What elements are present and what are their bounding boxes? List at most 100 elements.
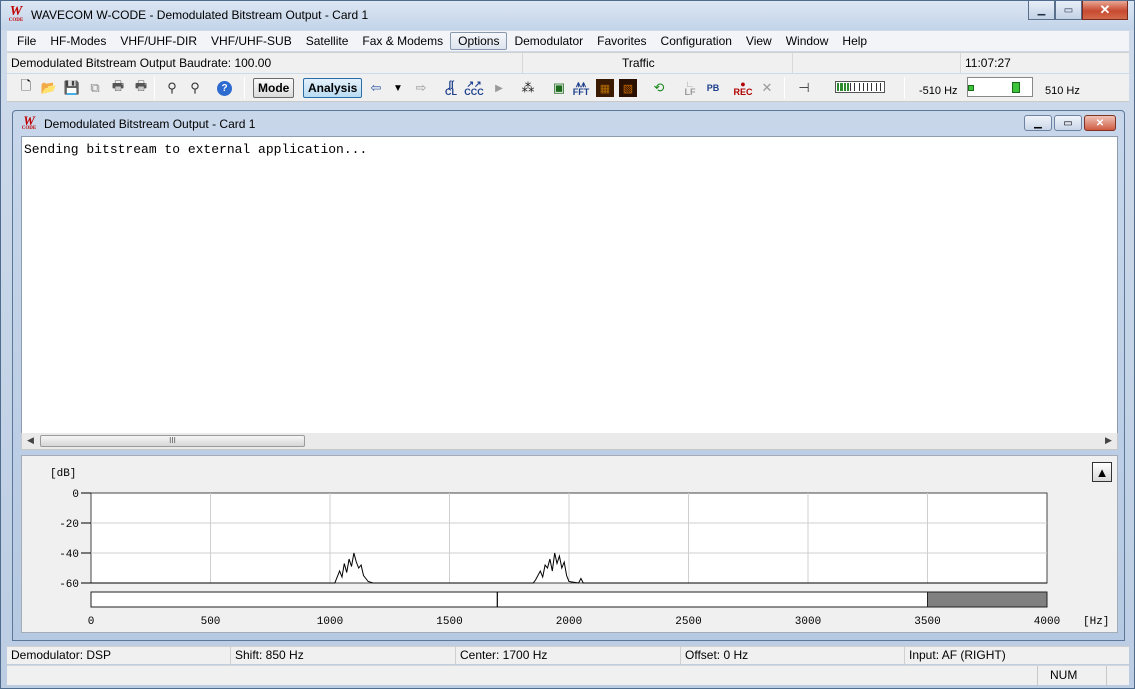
tune-marker-center xyxy=(1012,82,1020,93)
app-logo: W CODE xyxy=(8,4,24,24)
find-next-icon[interactable]: ⚲ xyxy=(186,79,204,97)
playback-icon[interactable]: PB xyxy=(704,79,722,97)
horizontal-scrollbar[interactable]: ◀ III ▶ xyxy=(21,433,1118,450)
y-tick-label: -60 xyxy=(59,579,79,591)
copy-icon[interactable]: ⧉ xyxy=(86,79,104,97)
status-bar: Demodulator: DSP Shift: 850 Hz Center: 1… xyxy=(7,646,1129,665)
clock: 11:07:27 xyxy=(965,56,1011,70)
print-icon[interactable]: 🖶 xyxy=(109,78,127,97)
output-text-pane[interactable]: Sending bitstream to external applicatio… xyxy=(21,136,1118,434)
back-arrow-icon[interactable]: ⇦ xyxy=(367,79,385,97)
child-window-title: Demodulated Bitstream Output - Card 1 xyxy=(44,117,256,131)
x-tick-label: 0 xyxy=(88,616,95,628)
child-close-button[interactable]: ✕ xyxy=(1084,115,1116,131)
help-icon[interactable]: ? xyxy=(217,81,232,96)
scroll-left-icon[interactable]: ◀ xyxy=(22,433,39,449)
y-tick-label: -20 xyxy=(59,519,79,531)
ccc-icon[interactable]: ↗↗ CCC xyxy=(464,79,484,97)
title-bar: W CODE WAVECOM W-CODE - Demodulated Bitst… xyxy=(1,1,1134,30)
toolbar: 🗋 📂 💾 ⧉ 🖶 🖶 ⚲ ⚲ ? Mode Analysis ⇦ ▼ ⇨ ∫∫… xyxy=(7,74,1129,102)
status-offset: Offset: 0 Hz xyxy=(681,647,905,665)
menu-view[interactable]: View xyxy=(739,32,779,50)
level-segment xyxy=(867,83,871,91)
tune-marker-left xyxy=(968,85,974,91)
find-icon[interactable]: ⚲ xyxy=(163,79,181,97)
x-tick-label: 2500 xyxy=(675,616,701,628)
fft-icon[interactable]: ⩚⩚ FFT xyxy=(572,79,590,97)
sonagram-icon[interactable]: ▧ xyxy=(619,79,637,97)
open-folder-icon[interactable]: 📂 xyxy=(40,79,58,97)
menu-bar: File HF-Modes VHF/UHF-DIR VHF/UHF-SUB Satell… xyxy=(7,31,1129,51)
info-bar: Demodulated Bitstream Output Baudrate: 1… xyxy=(7,52,1129,73)
scroll-thumb[interactable]: III xyxy=(40,435,305,447)
save-icon[interactable]: 💾 xyxy=(63,79,81,97)
waterfall-icon[interactable]: ▦ xyxy=(596,79,614,97)
menu-favorites[interactable]: Favorites xyxy=(590,32,653,50)
level-segment xyxy=(846,83,849,91)
y-tick-label: 0 xyxy=(72,489,79,501)
spectrum-chart[interactable]: 0 -20 -40 -60 [dB] 0 500 1000 1500 2000 2500 3000 35… xyxy=(22,456,1119,634)
forward-arrow-icon[interactable]: ⇨ xyxy=(412,79,430,97)
tune-high-label: 510 Hz xyxy=(1045,85,1080,97)
close-button[interactable]: ✕ xyxy=(1082,1,1128,20)
menu-vhf-uhf-sub[interactable]: VHF/UHF-SUB xyxy=(204,32,299,50)
menu-file[interactable]: File xyxy=(10,32,43,50)
toolbar-separator xyxy=(154,77,155,99)
mode-info: Demodulated Bitstream Output Baudrate: 1… xyxy=(7,53,523,73)
print-preview-icon[interactable]: 🖶 xyxy=(132,78,150,97)
slider-icon[interactable]: ⊣ xyxy=(795,79,813,97)
x-axis-label: [Hz] xyxy=(1083,616,1109,628)
menu-window[interactable]: Window xyxy=(779,32,836,50)
child-maximize-button[interactable]: ▭ xyxy=(1054,115,1082,131)
oscilloscope-icon[interactable]: ▣ xyxy=(550,79,568,97)
menu-options[interactable]: Options xyxy=(450,32,508,50)
bitstream-output-window: W CODE Demodulated Bitstream Output - Car… xyxy=(12,110,1125,641)
level-segment xyxy=(871,83,875,91)
refresh-icon[interactable]: ⟲ xyxy=(650,79,668,97)
play-icon[interactable]: ▶ xyxy=(490,79,508,97)
x-tick-label: 2000 xyxy=(556,616,582,628)
level-segment xyxy=(840,83,843,91)
tune-low-label: -510 Hz xyxy=(919,85,958,97)
menu-vhf-uhf-dir[interactable]: VHF/UHF-DIR xyxy=(113,32,204,50)
x-tick-label: 1000 xyxy=(317,616,343,628)
minimize-button[interactable]: ▁ xyxy=(1028,1,1055,20)
window-title: WAVECOM W-CODE - Demodulated Bitstream O… xyxy=(31,8,369,22)
menu-satellite[interactable]: Satellite xyxy=(299,32,356,50)
tuning-indicator[interactable] xyxy=(967,77,1033,97)
toolbar-separator xyxy=(784,77,785,99)
level-segment xyxy=(837,83,840,91)
level-segment xyxy=(879,83,883,91)
status-demodulator: Demodulator: DSP xyxy=(7,647,231,665)
main-window: W CODE WAVECOM W-CODE - Demodulated Bitst… xyxy=(0,0,1135,689)
menu-hf-modes[interactable]: HF-Modes xyxy=(43,32,113,50)
lf-icon[interactable]: ∟ LF xyxy=(681,79,699,97)
level-segment xyxy=(858,83,862,91)
maximize-button[interactable]: ▭ xyxy=(1055,1,1082,20)
mode-button[interactable]: Mode xyxy=(253,78,295,98)
record-icon[interactable]: ● REC xyxy=(734,79,753,97)
new-file-icon[interactable]: 🗋 xyxy=(17,78,35,97)
status-shift: Shift: 850 Hz xyxy=(231,647,456,665)
menu-configuration[interactable]: Configuration xyxy=(654,32,739,50)
spectrum-toggle-up-icon[interactable]: ▲ xyxy=(1092,462,1112,482)
menu-help[interactable]: Help xyxy=(835,32,874,50)
dropdown-arrow-icon[interactable]: ▼ xyxy=(389,79,407,97)
mute-icon[interactable]: ✕ xyxy=(758,79,776,97)
constellation-icon[interactable]: ⁂ xyxy=(519,79,537,97)
num-lock-indicator: NUM xyxy=(1037,666,1107,685)
child-logo: W CODE xyxy=(21,113,37,131)
signal-level-meter xyxy=(835,81,885,93)
menu-fax-modems[interactable]: Fax & Modems xyxy=(355,32,450,50)
frequency-bar xyxy=(90,591,1048,608)
traffic-info: Traffic xyxy=(523,53,793,73)
x-tick-label: 3000 xyxy=(795,616,821,628)
toolbar-separator xyxy=(904,77,905,99)
caption-buttons: ▁ ▭ ✕ xyxy=(1028,1,1128,21)
analysis-button[interactable]: Analysis xyxy=(303,78,363,98)
menu-demodulator[interactable]: Demodulator xyxy=(507,32,590,50)
scroll-right-icon[interactable]: ▶ xyxy=(1100,433,1117,449)
child-minimize-button[interactable]: ▁ xyxy=(1024,115,1052,131)
cl-icon[interactable]: ∫∫ CL xyxy=(442,79,460,97)
toolbar-separator xyxy=(244,77,245,99)
